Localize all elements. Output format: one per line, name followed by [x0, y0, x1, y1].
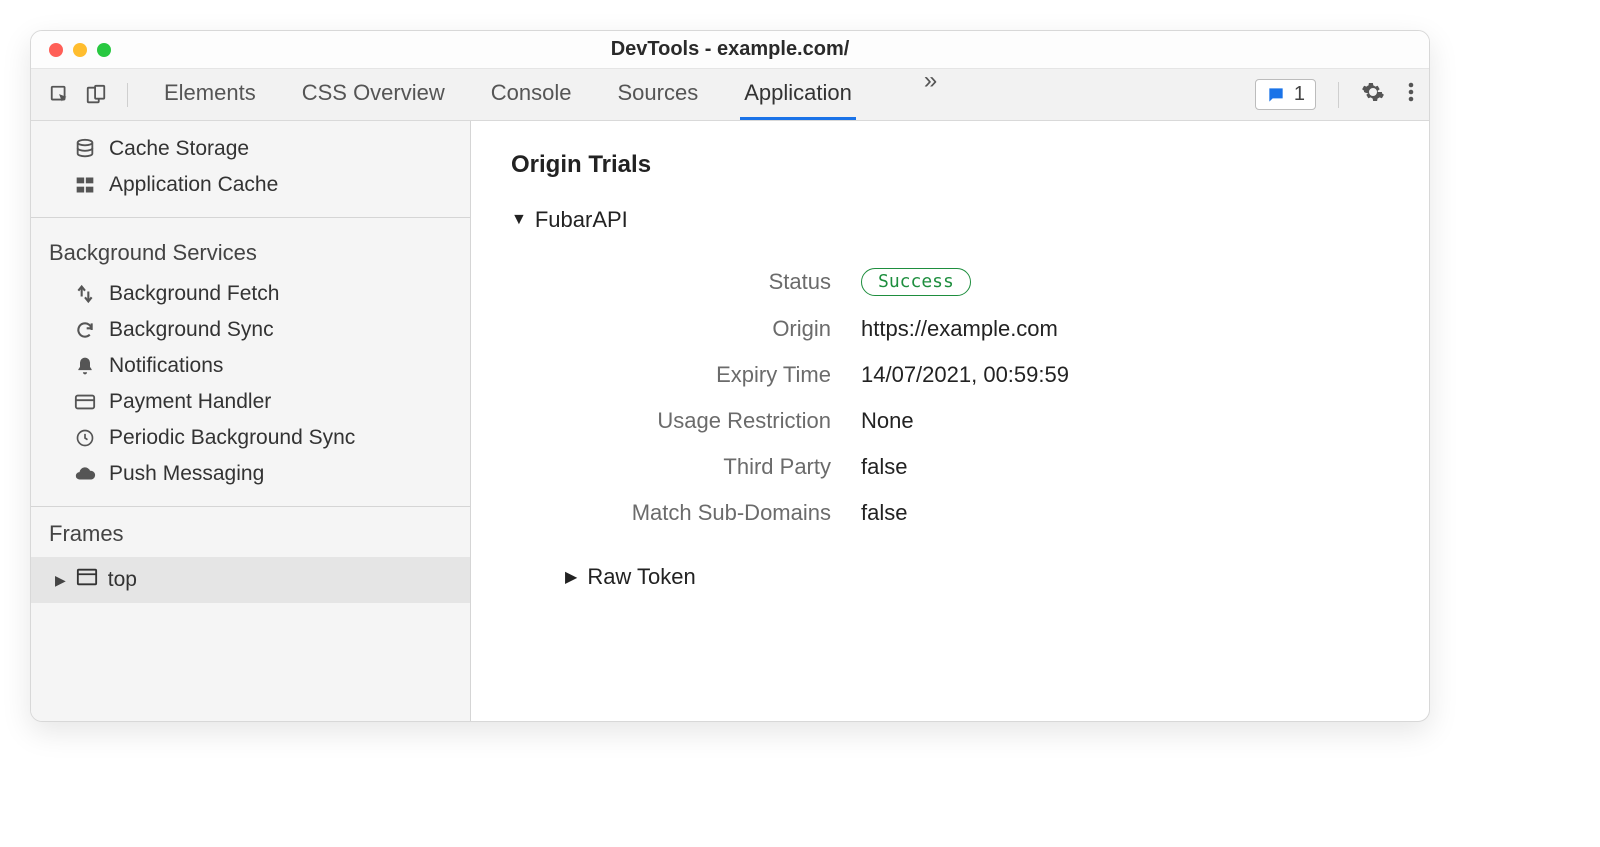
origin-trials-heading: Origin Trials: [511, 151, 1389, 179]
background-services-group: Background Services Background Fetch Bac…: [31, 218, 470, 507]
toolbar: Elements CSS Overview Console Sources Ap…: [31, 69, 1429, 121]
clock-icon: [73, 426, 97, 450]
sidebar-item-label: Cache Storage: [109, 137, 249, 161]
row-status: Status Success: [571, 257, 1389, 306]
close-window-button[interactable]: [49, 43, 63, 57]
toolbar-right: 1: [1255, 79, 1415, 110]
frames-group: Frames ▶ top: [31, 507, 470, 603]
tab-application[interactable]: Application: [740, 69, 856, 120]
sidebar-item-label: Push Messaging: [109, 462, 264, 486]
card-icon: [73, 390, 97, 414]
sidebar-item-application-cache[interactable]: Application Cache: [31, 167, 470, 203]
row-expiry: Expiry Time 14/07/2021, 00:59:59: [571, 352, 1389, 398]
panel-tabs: Elements CSS Overview Console Sources Ap…: [160, 69, 937, 120]
inspect-element-icon[interactable]: [45, 80, 75, 110]
status-badge: Success: [861, 268, 971, 296]
minimize-window-button[interactable]: [73, 43, 87, 57]
cloud-icon: [73, 462, 97, 486]
titlebar: DevTools - example.com/: [31, 31, 1429, 69]
devtools-window: DevTools - example.com/ Elements CSS Ove…: [30, 30, 1430, 722]
row-origin: Origin https://example.com: [571, 306, 1389, 352]
window-title: DevTools - example.com/: [31, 38, 1429, 61]
subdomains-value: false: [861, 500, 907, 526]
sidebar-item-label: Notifications: [109, 354, 223, 378]
issues-count: 1: [1294, 83, 1305, 106]
frames-heading: Frames: [31, 507, 470, 557]
trial-row[interactable]: ▼ FubarAPI: [511, 207, 1389, 233]
disclosure-down-icon: ▼: [511, 211, 527, 229]
expiry-label: Expiry Time: [571, 362, 831, 388]
trial-name: FubarAPI: [535, 207, 628, 233]
frame-label: top: [108, 568, 137, 592]
fetch-icon: [73, 282, 97, 306]
disclosure-right-icon: ▶: [55, 572, 66, 589]
tab-sources[interactable]: Sources: [613, 69, 702, 120]
database-icon: [73, 137, 97, 161]
issues-button[interactable]: 1: [1255, 79, 1316, 110]
kebab-icon: [1407, 80, 1415, 104]
trial-details: Status Success Origin https://example.co…: [571, 257, 1389, 536]
disclosure-right-icon: ▶: [565, 567, 577, 587]
window-icon: [76, 567, 98, 593]
tab-console[interactable]: Console: [487, 69, 576, 120]
message-icon: [1266, 85, 1286, 105]
sync-icon: [73, 318, 97, 342]
grid-icon: [73, 173, 97, 197]
sidebar-item-label: Periodic Background Sync: [109, 426, 355, 450]
status-label: Status: [571, 269, 831, 295]
sidebar-item-background-fetch[interactable]: Background Fetch: [31, 276, 470, 312]
toolbar-separator: [1338, 82, 1339, 108]
expiry-value: 14/07/2021, 00:59:59: [861, 362, 1069, 388]
cache-group: Cache Storage Application Cache: [31, 121, 470, 218]
origin-label: Origin: [571, 316, 831, 342]
row-third-party: Third Party false: [571, 444, 1389, 490]
subdomains-label: Match Sub-Domains: [571, 500, 831, 526]
usage-label: Usage Restriction: [571, 408, 831, 434]
tabs-overflow-button[interactable]: »: [924, 69, 937, 120]
window-controls: [31, 43, 111, 57]
usage-value: None: [861, 408, 914, 434]
device-toolbar-icon[interactable]: [81, 80, 111, 110]
raw-token-label: Raw Token: [587, 564, 695, 590]
main-panel: Origin Trials ▼ FubarAPI Status Success …: [471, 121, 1429, 721]
settings-button[interactable]: [1361, 80, 1385, 109]
sidebar-item-payment-handler[interactable]: Payment Handler: [31, 384, 470, 420]
sidebar-item-label: Application Cache: [109, 173, 278, 197]
sidebar-item-push-messaging[interactable]: Push Messaging: [31, 456, 470, 492]
frame-top[interactable]: ▶ top: [31, 557, 470, 603]
thirdparty-label: Third Party: [571, 454, 831, 480]
bell-icon: [73, 354, 97, 378]
application-sidebar: Cache Storage Application Cache Backgrou…: [31, 121, 471, 721]
sidebar-item-background-sync[interactable]: Background Sync: [31, 312, 470, 348]
row-match-subdomains: Match Sub-Domains false: [571, 490, 1389, 536]
sidebar-item-label: Background Fetch: [109, 282, 279, 306]
more-options-button[interactable]: [1407, 80, 1415, 109]
sidebar-item-periodic-background-sync[interactable]: Periodic Background Sync: [31, 420, 470, 456]
sidebar-item-label: Background Sync: [109, 318, 274, 342]
raw-token-row[interactable]: ▶ Raw Token: [565, 564, 1389, 590]
thirdparty-value: false: [861, 454, 907, 480]
tab-css-overview[interactable]: CSS Overview: [298, 69, 449, 120]
gear-icon: [1361, 80, 1385, 104]
sidebar-item-notifications[interactable]: Notifications: [31, 348, 470, 384]
tab-elements[interactable]: Elements: [160, 69, 260, 120]
row-usage-restriction: Usage Restriction None: [571, 398, 1389, 444]
origin-value: https://example.com: [861, 316, 1058, 342]
background-services-heading: Background Services: [31, 228, 470, 276]
panel-body: Cache Storage Application Cache Backgrou…: [31, 121, 1429, 721]
sidebar-item-cache-storage[interactable]: Cache Storage: [31, 131, 470, 167]
maximize-window-button[interactable]: [97, 43, 111, 57]
sidebar-item-label: Payment Handler: [109, 390, 271, 414]
toolbar-separator: [127, 83, 128, 107]
